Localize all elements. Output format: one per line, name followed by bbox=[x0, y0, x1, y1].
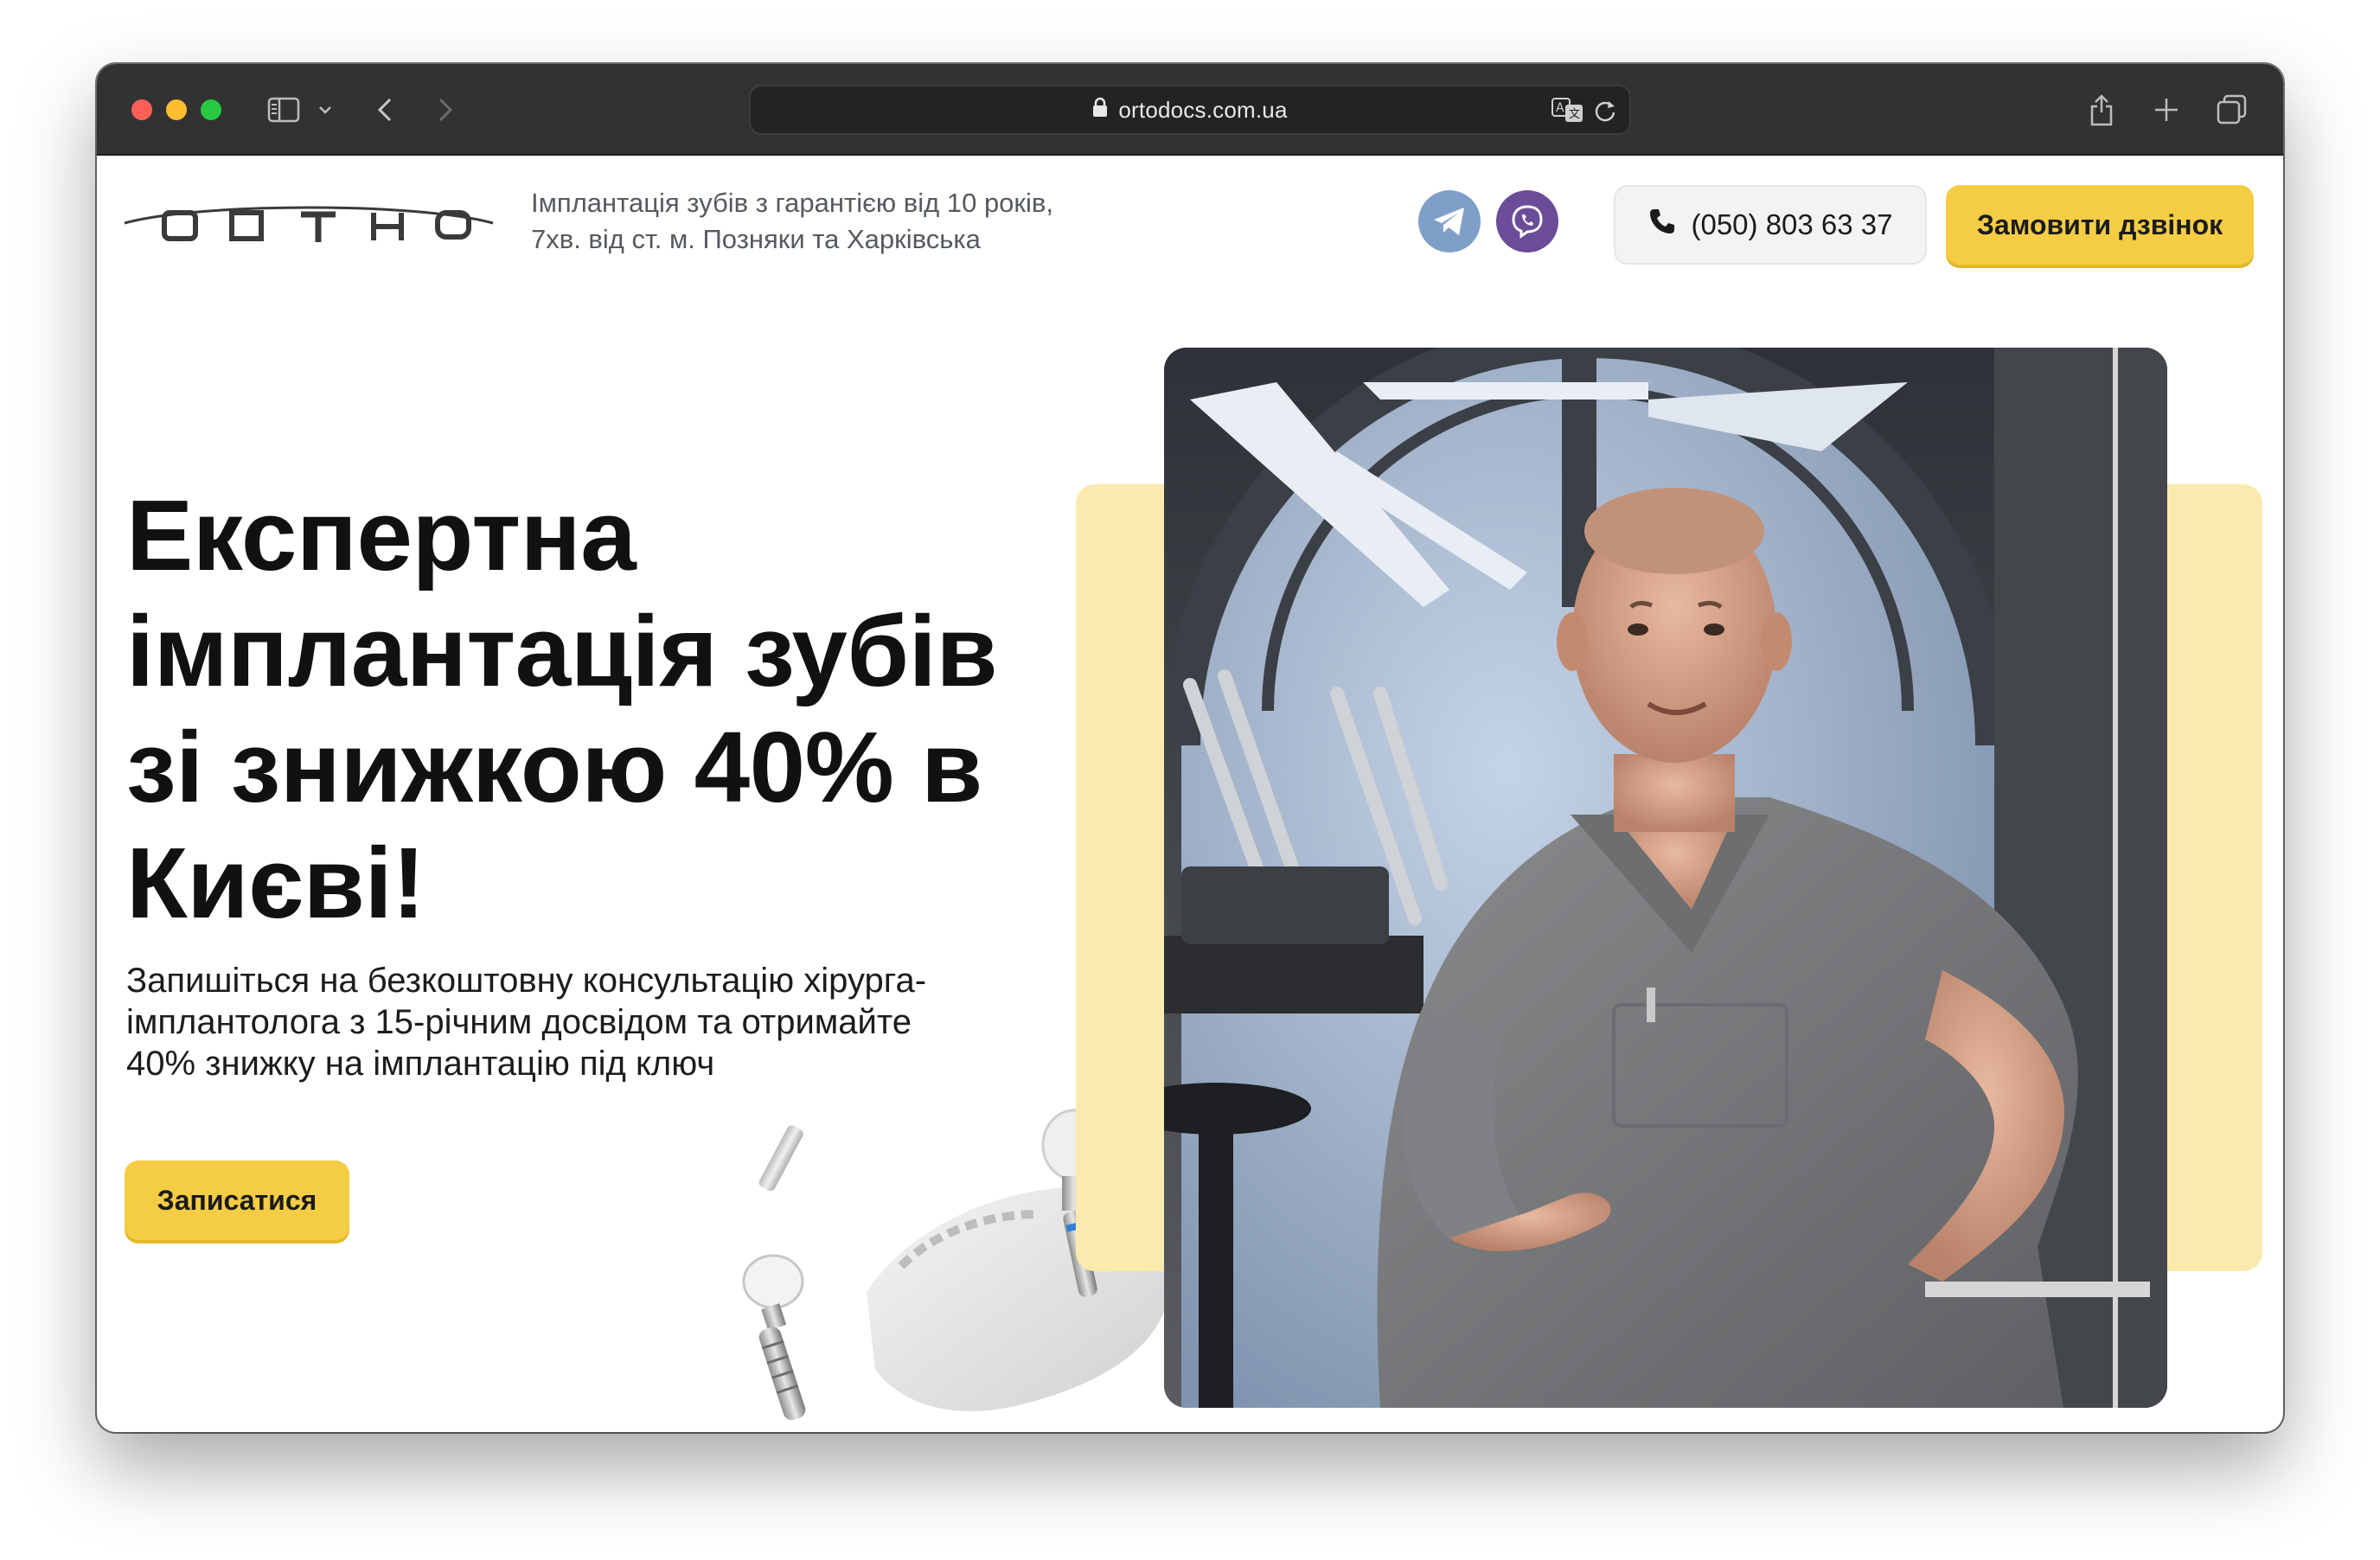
svg-text:A: A bbox=[1556, 101, 1564, 115]
chevron-down-icon[interactable] bbox=[315, 92, 336, 128]
headline-line: імплантація зубів bbox=[126, 595, 998, 707]
phone-icon bbox=[1647, 207, 1677, 243]
hero-subtext: Запишіться на безкоштовну консультацію х… bbox=[126, 960, 1147, 1084]
hero-headline: Експертна імплантація зубів зі знижкою 4… bbox=[126, 477, 1112, 941]
phone-button[interactable]: (050) 803 63 37 bbox=[1614, 185, 1927, 265]
tagline-line: 7хв. від ст. м. Позняки та Харківська bbox=[531, 224, 981, 254]
telegram-icon[interactable] bbox=[1418, 190, 1481, 253]
order-call-button[interactable]: Замовити дзвінок bbox=[1946, 185, 2254, 265]
phone-number: (050) 803 63 37 bbox=[1691, 208, 1893, 240]
url-text: ortodocs.com.ua bbox=[1118, 96, 1288, 123]
back-icon[interactable] bbox=[372, 92, 398, 128]
doctor-photo bbox=[1164, 348, 2167, 1408]
headline-line: Києві! bbox=[126, 827, 425, 939]
lock-icon bbox=[1092, 97, 1108, 124]
new-tab-icon[interactable] bbox=[2152, 92, 2181, 128]
subtext-line: Запишіться на безкоштовну консультацію х… bbox=[126, 962, 927, 1000]
headline-line: Експертна bbox=[126, 479, 637, 591]
viber-icon[interactable] bbox=[1496, 190, 1558, 253]
svg-text:文: 文 bbox=[1569, 108, 1580, 121]
address-bar[interactable]: ortodocs.com.ua A文 bbox=[749, 85, 1631, 135]
browser-window: ortodocs.com.ua A文 Імплантація зубів з г… bbox=[97, 64, 2283, 1432]
tagline-line: Імплантація зубів з гарантією від 10 рок… bbox=[531, 188, 1053, 218]
headline-line: зі знижкою 40% в bbox=[126, 711, 982, 823]
share-icon[interactable] bbox=[2086, 92, 2117, 128]
tabs-overview-icon[interactable] bbox=[2216, 92, 2249, 128]
subtext-line: 40% знижку на імплантацію під ключ bbox=[126, 1045, 715, 1083]
close-window-button[interactable] bbox=[131, 99, 152, 120]
forward-icon[interactable] bbox=[432, 92, 458, 128]
sidebar-icon[interactable] bbox=[265, 92, 303, 128]
reload-icon[interactable] bbox=[1593, 99, 1617, 127]
translate-icon[interactable]: A文 bbox=[1551, 97, 1584, 127]
signup-button[interactable]: Записатися bbox=[125, 1160, 349, 1240]
zoom-window-button[interactable] bbox=[201, 99, 221, 120]
subtext-line: імплантолога з 15-річним досвідом та отр… bbox=[126, 1003, 912, 1041]
header-tagline: Імплантація зубів з гарантією від 10 рок… bbox=[531, 185, 1136, 258]
minimize-window-button[interactable] bbox=[166, 99, 187, 120]
site-header: Імплантація зубів з гарантією від 10 рок… bbox=[97, 156, 2283, 285]
browser-toolbar: ortodocs.com.ua A文 bbox=[97, 64, 2283, 156]
ortho-logo[interactable] bbox=[123, 194, 495, 254]
